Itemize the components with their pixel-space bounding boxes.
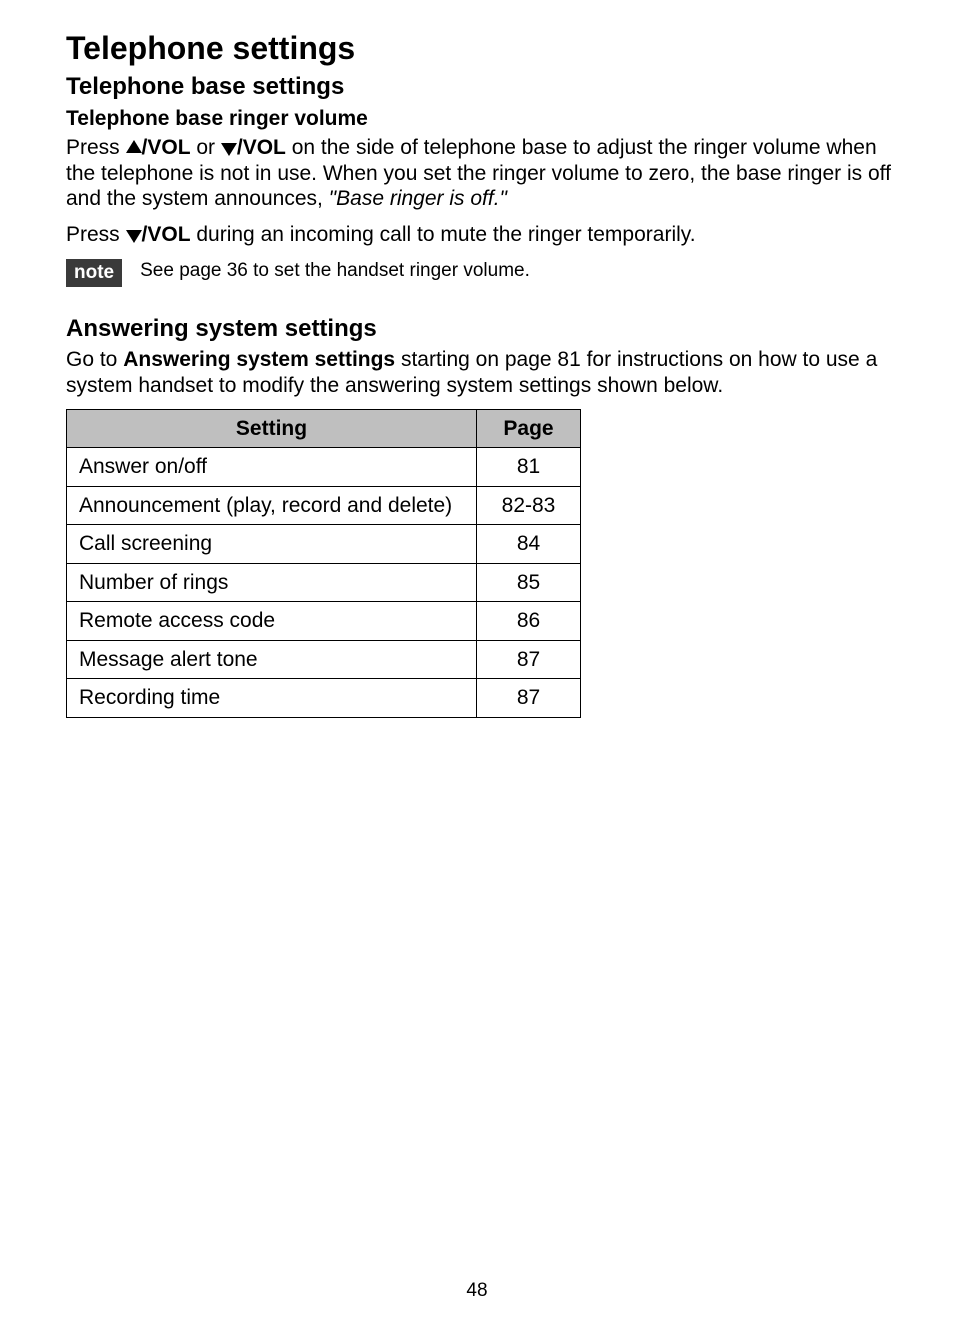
ringer-volume-paragraph-2: Press /VOL during an incoming call to mu… (66, 222, 894, 248)
setting-cell: Answer on/off (67, 448, 477, 487)
page-cell: 85 (477, 563, 581, 602)
bold-fragment: Answering system settings (123, 348, 395, 371)
table-row: Answer on/off 81 (67, 448, 581, 487)
settings-table: Setting Page Answer on/off 81 Announceme… (66, 409, 581, 718)
table-header-row: Setting Page (67, 409, 581, 448)
header-page: Page (477, 409, 581, 448)
page-cell: 81 (477, 448, 581, 487)
setting-cell: Remote access code (67, 602, 477, 641)
note-badge: note (66, 259, 122, 287)
table-row: Remote access code 86 (67, 602, 581, 641)
page-cell: 84 (477, 525, 581, 564)
note-text: See page 36 to set the handset ringer vo… (140, 259, 530, 284)
vol-label: /VOL (142, 223, 191, 246)
telephone-base-ringer-volume-heading: Telephone base ringer volume (66, 107, 894, 131)
table-row: Recording time 87 (67, 679, 581, 718)
setting-cell: Recording time (67, 679, 477, 718)
page-title: Telephone settings (66, 30, 894, 67)
table-row: Announcement (play, record and delete) 8… (67, 486, 581, 525)
page-cell: 87 (477, 640, 581, 679)
text-fragment: Press (66, 223, 126, 246)
triangle-up-icon (126, 140, 142, 153)
vol-label: /VOL (142, 136, 191, 159)
answering-system-settings-heading: Answering system settings (66, 315, 894, 343)
text-fragment: or (191, 136, 221, 159)
page-number: 48 (0, 1280, 954, 1302)
triangle-down-icon (126, 230, 142, 243)
table-row: Message alert tone 87 (67, 640, 581, 679)
table-row: Call screening 84 (67, 525, 581, 564)
triangle-down-icon (221, 143, 237, 156)
text-fragment: Press (66, 136, 126, 159)
setting-cell: Number of rings (67, 563, 477, 602)
page-cell: 82-83 (477, 486, 581, 525)
table-row: Number of rings 85 (67, 563, 581, 602)
page-cell: 86 (477, 602, 581, 641)
page-cell: 87 (477, 679, 581, 718)
text-fragment: Go to (66, 348, 123, 371)
vol-label: /VOL (237, 136, 286, 159)
text-fragment: during an incoming call to mute the ring… (191, 223, 696, 246)
setting-cell: Announcement (play, record and delete) (67, 486, 477, 525)
answering-system-paragraph: Go to Answering system settings starting… (66, 347, 894, 398)
header-setting: Setting (67, 409, 477, 448)
note-block: note See page 36 to set the handset ring… (66, 259, 894, 287)
ringer-volume-paragraph-1: Press /VOL or /VOL on the side of teleph… (66, 135, 894, 212)
setting-cell: Call screening (67, 525, 477, 564)
telephone-base-settings-heading: Telephone base settings (66, 73, 894, 101)
quoted-message: "Base ringer is off." (329, 187, 507, 210)
setting-cell: Message alert tone (67, 640, 477, 679)
